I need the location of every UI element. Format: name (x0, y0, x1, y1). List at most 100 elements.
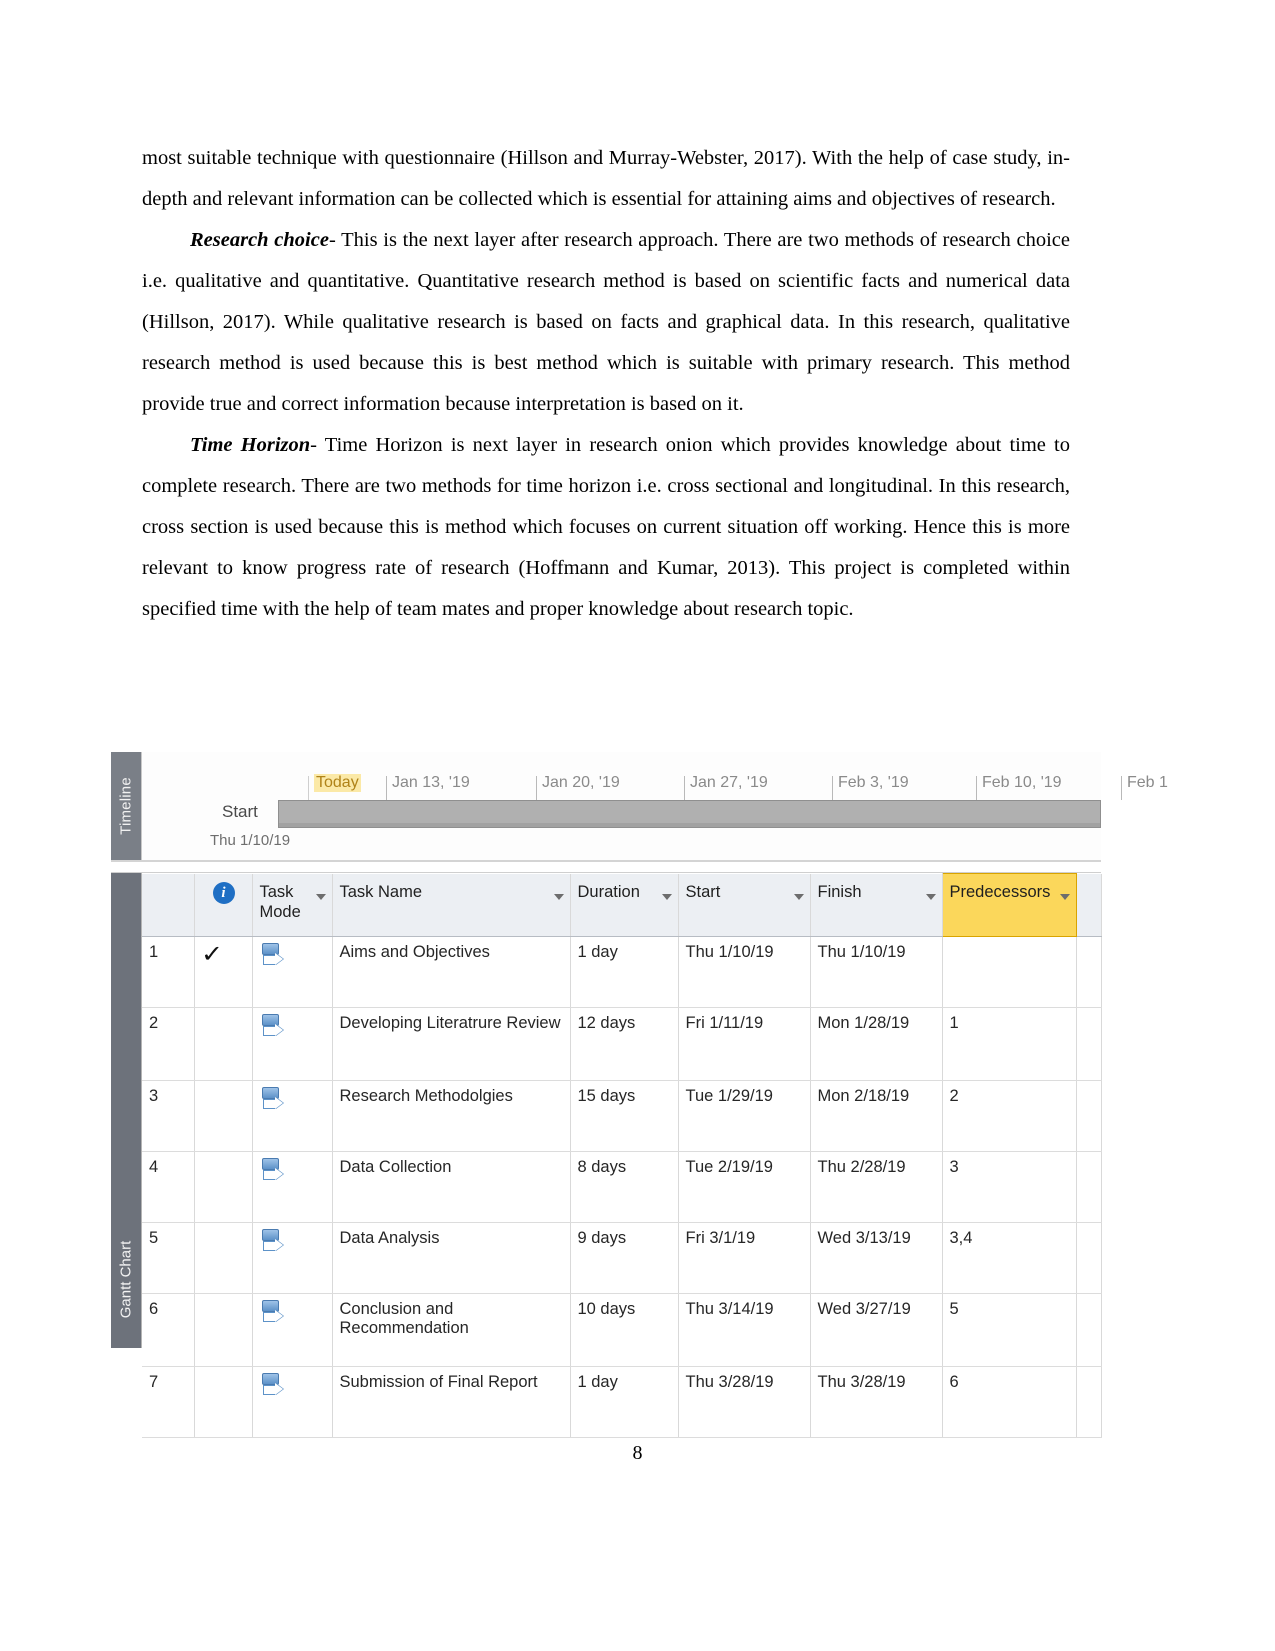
table-row[interactable]: 2 Developing Literatrure Review 12 days … (142, 1007, 1102, 1081)
row-start[interactable]: Thu 3/14/19 (678, 1293, 811, 1367)
row-indicator[interactable] (194, 1080, 253, 1152)
timeline-tick: Jan 27, '19 (684, 774, 768, 800)
row-spacer (1075, 1151, 1102, 1223)
row-start[interactable]: Tue 2/19/19 (678, 1151, 811, 1223)
timeline-project-bar[interactable] (278, 800, 1101, 828)
timeline-today-marker: Today (308, 774, 361, 800)
row-finish[interactable]: Mon 2/18/19 (810, 1080, 943, 1152)
auto-schedule-icon (260, 943, 284, 969)
column-header-task-name[interactable]: Task Name (332, 873, 571, 937)
timeline-tick: Feb 10, '19 (976, 774, 1062, 800)
timeline-start-date: Thu 1/10/19 (210, 832, 291, 849)
timeline-tick: Jan 13, '19 (386, 774, 470, 800)
row-task-name[interactable]: Research Methodolgies (332, 1080, 571, 1152)
column-header-task-name-label: Task Name (339, 882, 423, 901)
row-duration[interactable]: 8 days (570, 1151, 679, 1223)
row-task-name[interactable]: Conclusion and Recommendation (332, 1293, 571, 1367)
row-task-name[interactable]: Data Analysis (332, 1222, 571, 1294)
row-finish[interactable]: Thu 2/28/19 (810, 1151, 943, 1223)
row-task-mode[interactable] (252, 1222, 333, 1294)
gantt-pane-label: Gantt Chart (117, 1240, 135, 1319)
row-indicator[interactable] (194, 1366, 253, 1438)
chevron-down-icon[interactable] (661, 893, 672, 900)
column-header-start[interactable]: Start (678, 873, 811, 937)
row-predecessors[interactable]: 2 (942, 1080, 1077, 1152)
table-row[interactable]: 1 ✓ Aims and Objectives 1 day Thu 1/10/1… (142, 936, 1102, 1008)
row-task-name[interactable]: Aims and Objectives (332, 936, 571, 1008)
row-indicator[interactable] (194, 1151, 253, 1223)
row-start[interactable]: Tue 1/29/19 (678, 1080, 811, 1152)
row-predecessors[interactable]: 3 (942, 1151, 1077, 1223)
row-start[interactable]: Thu 1/10/19 (678, 936, 811, 1008)
row-spacer (1075, 1080, 1102, 1152)
row-finish[interactable]: Wed 3/13/19 (810, 1222, 943, 1294)
row-start[interactable]: Fri 3/1/19 (678, 1222, 811, 1294)
chevron-down-icon[interactable] (925, 893, 936, 900)
row-predecessors[interactable] (942, 936, 1077, 1008)
row-indicator[interactable]: ✓ (194, 936, 253, 1008)
row-finish[interactable]: Thu 3/28/19 (810, 1366, 943, 1438)
row-finish[interactable]: Wed 3/27/19 (810, 1293, 943, 1367)
row-task-mode[interactable] (252, 936, 333, 1008)
timeline-pane: Timeline Today Jan 13, '19 Jan 20, '19 J… (111, 752, 1168, 862)
column-header-finish[interactable]: Finish (810, 873, 943, 937)
row-predecessors[interactable]: 1 (942, 1007, 1077, 1081)
column-header-start-label: Start (685, 882, 721, 901)
paragraph-2-lead: Research choice (190, 229, 329, 251)
row-indicator[interactable] (194, 1007, 253, 1081)
auto-schedule-icon (260, 1087, 284, 1113)
column-header-indicators[interactable]: i (194, 873, 253, 937)
row-duration[interactable]: 12 days (570, 1007, 679, 1081)
chevron-down-icon[interactable] (1059, 894, 1070, 900)
row-indicator[interactable] (194, 1293, 253, 1367)
row-finish[interactable]: Thu 1/10/19 (810, 936, 943, 1008)
timeline-body[interactable]: Today Jan 13, '19 Jan 20, '19 Jan 27, '1… (142, 752, 1168, 860)
row-duration[interactable]: 15 days (570, 1080, 679, 1152)
column-header-finish-label: Finish (817, 882, 862, 901)
auto-schedule-icon (260, 1373, 284, 1399)
column-header-id[interactable] (142, 873, 195, 937)
row-task-name[interactable]: Developing Literatrure Review (332, 1007, 571, 1081)
row-duration[interactable]: 9 days (570, 1222, 679, 1294)
row-task-name[interactable]: Submission of Final Report (332, 1366, 571, 1438)
row-finish[interactable]: Mon 1/28/19 (810, 1007, 943, 1081)
row-predecessors[interactable]: 3,4 (942, 1222, 1077, 1294)
row-spacer (1075, 1366, 1102, 1438)
auto-schedule-icon (260, 1229, 284, 1255)
row-duration[interactable]: 1 day (570, 1366, 679, 1438)
paragraph-2-text: - This is the next layer after research … (142, 229, 1070, 415)
table-row[interactable]: 5 Data Analysis 9 days Fri 3/1/19 Wed 3/… (142, 1222, 1102, 1294)
table-row[interactable]: 6 Conclusion and Recommendation 10 days … (142, 1293, 1102, 1367)
chevron-down-icon[interactable] (793, 893, 804, 900)
row-start[interactable]: Thu 3/28/19 (678, 1366, 811, 1438)
table-row[interactable]: 4 Data Collection 8 days Tue 2/19/19 Thu… (142, 1151, 1102, 1223)
row-id: 6 (142, 1293, 195, 1367)
timeline-pane-label: Timeline (117, 777, 135, 835)
column-header-duration[interactable]: Duration (570, 873, 679, 937)
row-duration[interactable]: 1 day (570, 936, 679, 1008)
row-predecessors[interactable]: 5 (942, 1293, 1077, 1367)
column-header-next[interactable] (1075, 873, 1102, 937)
table-row[interactable]: 7 Submission of Final Report 1 day Thu 3… (142, 1366, 1102, 1438)
table-row[interactable]: 3 Research Methodolgies 15 days Tue 1/29… (142, 1080, 1102, 1152)
row-task-name[interactable]: Data Collection (332, 1151, 571, 1223)
ms-project-screenshot: Timeline Today Jan 13, '19 Jan 20, '19 J… (111, 752, 1168, 1438)
row-task-mode[interactable] (252, 1151, 333, 1223)
timeline-pane-tab[interactable]: Timeline (111, 752, 142, 860)
column-header-predecessors[interactable]: Predecessors (941, 873, 1077, 937)
row-task-mode[interactable] (252, 1293, 333, 1367)
chevron-down-icon[interactable] (315, 893, 326, 900)
paragraph-1: most suitable technique with questionnai… (142, 138, 1070, 220)
row-task-mode[interactable] (252, 1007, 333, 1081)
row-predecessors[interactable]: 6 (942, 1366, 1077, 1438)
row-start[interactable]: Fri 1/11/19 (678, 1007, 811, 1081)
chevron-down-icon[interactable] (553, 893, 564, 900)
row-indicator[interactable] (194, 1222, 253, 1294)
row-duration[interactable]: 10 days (570, 1293, 679, 1367)
row-task-mode[interactable] (252, 1366, 333, 1438)
column-header-task-mode[interactable]: Task Mode (252, 873, 333, 937)
row-task-mode[interactable] (252, 1080, 333, 1152)
timeline-tick: Feb 1 (1121, 774, 1168, 800)
row-id: 5 (142, 1222, 195, 1294)
gantt-pane-tab[interactable]: Gantt Chart (111, 873, 142, 1348)
